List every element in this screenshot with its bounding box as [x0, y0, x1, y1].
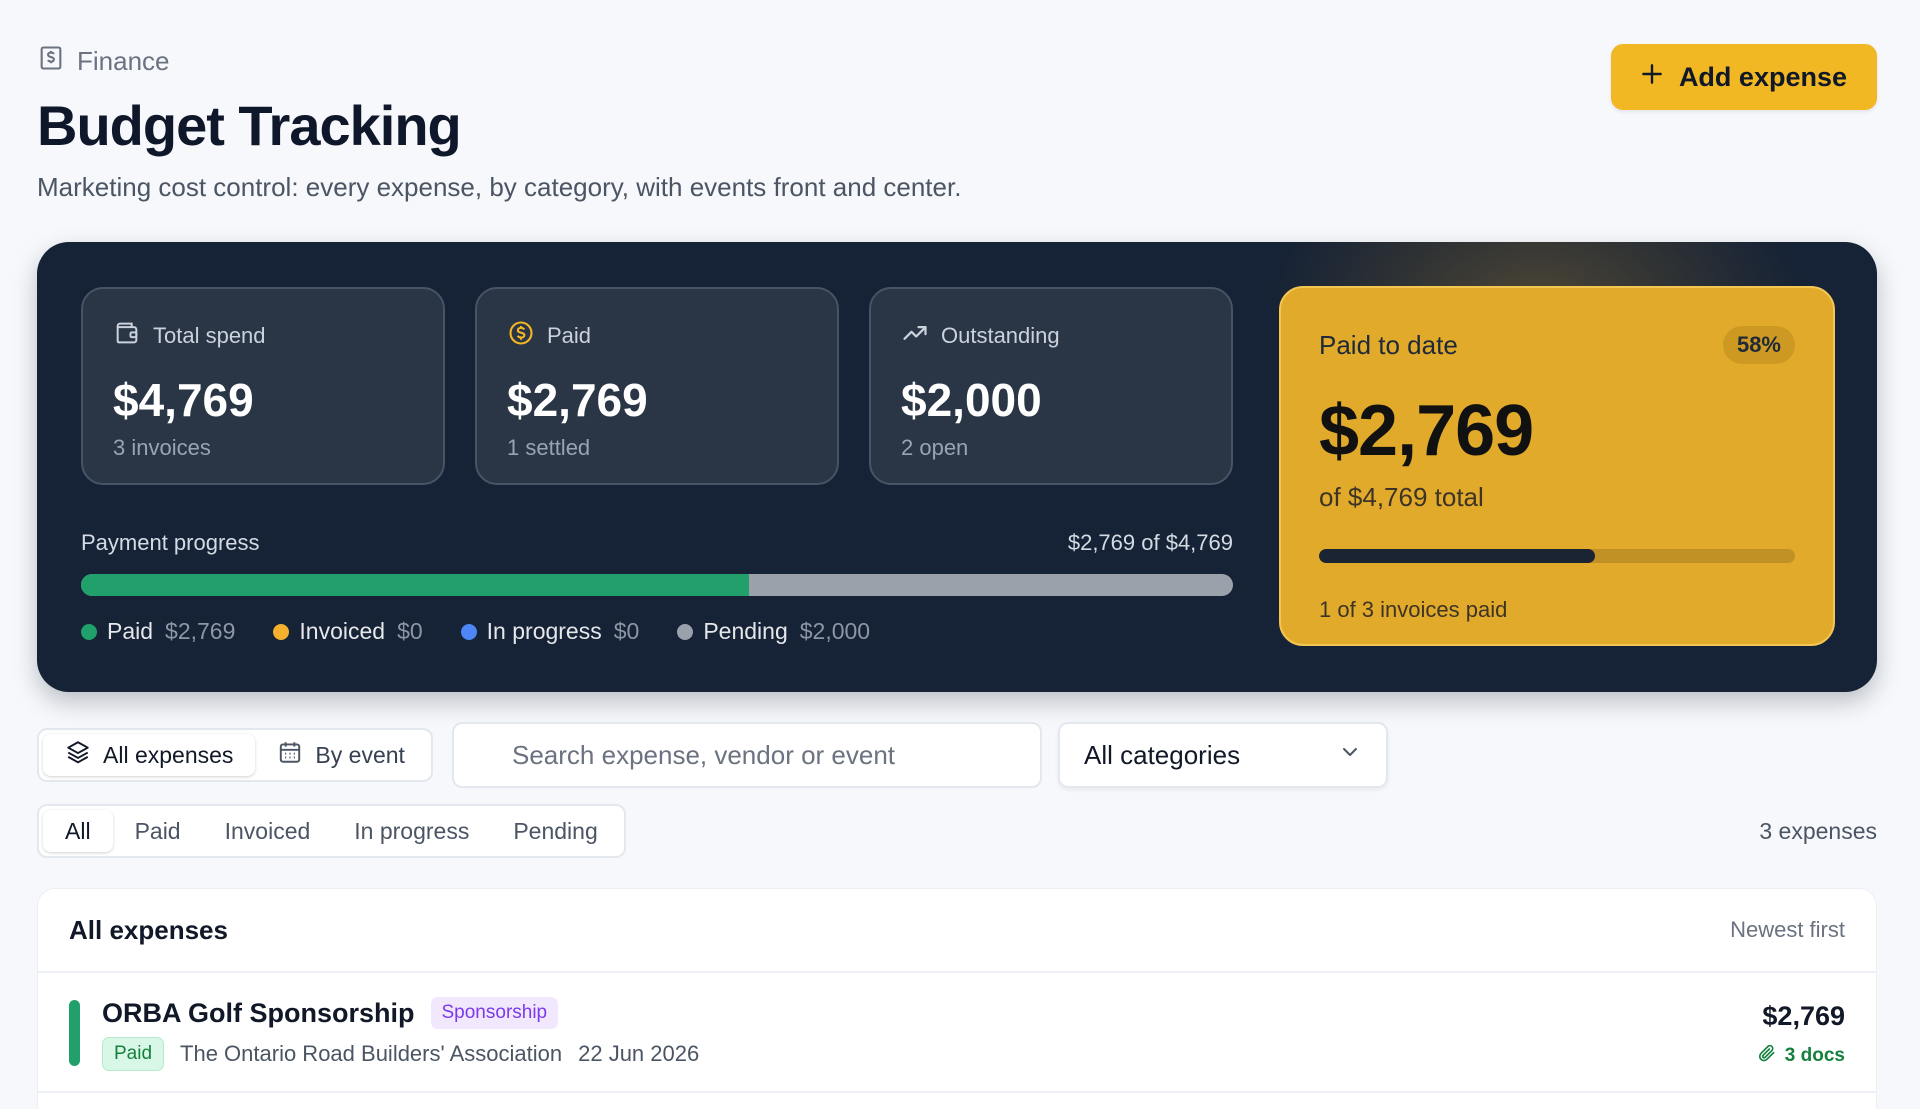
category-badge: Sponsorship	[430, 997, 559, 1029]
stat-sub: 2 open	[901, 435, 969, 460]
legend-value: $0	[397, 618, 423, 644]
documents-link[interactable]: 3 docs	[1757, 1043, 1845, 1069]
stat-sub: 1 settled	[507, 435, 591, 460]
tab-label: All expenses	[103, 741, 234, 768]
stat-sub: 3 invoices	[113, 435, 211, 460]
stat-card-total-spend: Total spend $4,769 3 invoices	[81, 287, 445, 485]
search-input[interactable]	[512, 739, 982, 771]
status-tab-invoiced[interactable]: Invoiced	[203, 810, 333, 852]
search-box	[452, 722, 1042, 788]
calendar-icon	[277, 739, 303, 771]
paid-card-title: Paid to date	[1319, 329, 1458, 360]
legend-label: Paid	[107, 618, 154, 644]
paid-card-progress-fill	[1319, 549, 1596, 563]
paperclip-icon	[1757, 1043, 1777, 1069]
payment-progress-amount: $2,769 of $4,769	[1067, 530, 1233, 555]
legend-value: $2,769	[165, 618, 236, 644]
documents-count: 3 docs	[1784, 1045, 1845, 1066]
expense-amount: $2,769	[1762, 1001, 1845, 1031]
vendor-name: The Ontario Road Builders' Association	[180, 1041, 563, 1066]
legend-label: Pending	[703, 618, 788, 644]
view-toggle: All expenses By event	[37, 728, 433, 782]
status-badge: Paid	[102, 1037, 165, 1071]
status-tab-all[interactable]: All	[43, 810, 113, 852]
stat-card-paid: Paid $2,769 1 settled	[475, 287, 839, 485]
legend-item-pending: Pending $2,000	[677, 618, 870, 645]
list-title: All expenses	[69, 914, 228, 945]
stat-value: $2,769	[507, 374, 648, 426]
legend-dot	[273, 623, 290, 640]
breadcrumb: Finance	[37, 44, 1877, 79]
stat-label: Paid	[547, 323, 592, 348]
list-header: All expenses Newest first	[38, 889, 1876, 973]
legend-item-in-progress: In progress $0	[460, 618, 640, 645]
payment-progress-bar	[81, 574, 1233, 596]
paid-to-date-card: Paid to date 58% $2,769 of $4,769 total …	[1279, 286, 1835, 646]
paid-card-total: of $4,769 total	[1319, 482, 1484, 512]
add-expense-label: Add expense	[1678, 61, 1847, 92]
status-tab-in-progress[interactable]: In progress	[332, 810, 491, 852]
legend-label: Invoiced	[299, 618, 386, 644]
expense-date: 22 Jun 2026	[578, 1041, 700, 1066]
chevron-down-icon	[1338, 740, 1362, 771]
tab-by-event[interactable]: By event	[255, 734, 427, 776]
layers-icon	[65, 739, 91, 771]
stat-value: $4,769	[113, 374, 254, 426]
category-select-value: All categories	[1084, 739, 1241, 770]
paid-card-note: 1 of 3 invoices paid	[1319, 597, 1508, 622]
legend-dot	[81, 623, 97, 640]
payment-progress-label: Payment progress	[81, 530, 260, 555]
plus-icon	[1639, 61, 1665, 94]
wallet-icon	[113, 319, 141, 353]
paid-card-value: $2,769	[1319, 391, 1534, 471]
dollar-coin-icon	[507, 319, 535, 353]
sort-dropdown[interactable]: Newest first	[1730, 917, 1845, 943]
legend-dot	[460, 623, 477, 640]
status-tab-pending[interactable]: Pending	[491, 810, 619, 852]
trending-up-icon	[901, 319, 929, 353]
legend-dot	[677, 623, 694, 640]
percent-badge: 58%	[1722, 326, 1795, 364]
category-select[interactable]: All categories	[1058, 722, 1388, 788]
stat-label: Total spend	[153, 323, 266, 348]
page-subtitle: Marketing cost control: every expense, b…	[37, 172, 962, 202]
status-filter-tabs: All Paid Invoiced In progress Pending	[37, 804, 626, 858]
stat-card-outstanding: Outstanding $2,000 2 open	[869, 287, 1233, 485]
page-header: Finance Budget Tracking Marketing cost c…	[37, 44, 1877, 204]
legend-label: In progress	[486, 618, 602, 644]
expense-count: 3 expenses	[1759, 818, 1877, 844]
status-color-bar	[69, 1000, 80, 1066]
legend-item-paid: Paid $2,769	[81, 618, 235, 645]
legend-item-invoiced: Invoiced $0	[273, 618, 423, 645]
tab-all-expenses[interactable]: All expenses	[43, 734, 256, 776]
expense-name[interactable]: ORBA Golf Sponsorship	[102, 998, 415, 1029]
legend-value: $2,000	[799, 618, 871, 644]
breadcrumb-label[interactable]: Finance	[77, 46, 170, 77]
stat-value: $2,000	[901, 374, 1042, 426]
expense-list: All expenses Newest first ORBA Golf Spon…	[37, 888, 1877, 1109]
legend-value: $0	[613, 618, 640, 644]
progress-legend: Paid $2,769 Invoiced $0 In progress $0 P…	[81, 618, 870, 645]
payment-progress-fill	[81, 574, 750, 596]
add-expense-button[interactable]: Add expense	[1610, 44, 1877, 110]
summary-panel: Total spend $4,769 3 invoices Paid $2,76…	[37, 242, 1877, 692]
tab-label: By event	[315, 741, 405, 768]
status-tab-paid[interactable]: Paid	[113, 810, 203, 852]
page-title: Budget Tracking	[37, 94, 462, 157]
receipt-dollar-icon	[37, 44, 65, 79]
expense-row[interactable]: ORBA Golf Sponsorship Sponsorship Paid T…	[38, 973, 1876, 1093]
stat-label: Outstanding	[941, 323, 1060, 348]
paid-card-progress-bar	[1319, 549, 1795, 563]
